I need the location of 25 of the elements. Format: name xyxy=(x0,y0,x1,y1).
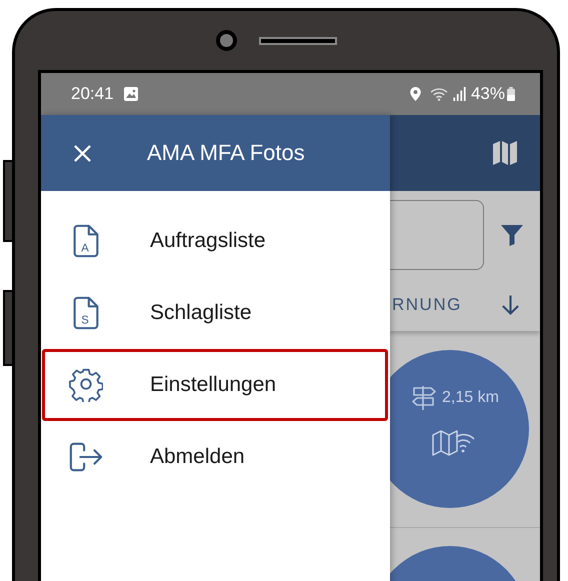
signpost-icon xyxy=(411,385,438,411)
close-icon[interactable] xyxy=(73,144,92,162)
camera-icon xyxy=(216,30,236,51)
speaker-icon xyxy=(258,36,336,44)
drawer-title: AMA MFA Fotos xyxy=(147,140,305,166)
arrow-down-icon[interactable] xyxy=(501,294,520,316)
wifi-icon xyxy=(430,87,448,101)
map-icon[interactable] xyxy=(492,140,518,166)
drawer-item[interactable]: Abmelden xyxy=(42,421,388,493)
sort-label[interactable]: RNUNG xyxy=(392,295,462,315)
drawer-item[interactable]: Einstellungen xyxy=(42,349,388,421)
battery-level: 43% xyxy=(470,84,505,104)
image-icon xyxy=(124,87,138,101)
search-field[interactable] xyxy=(390,200,484,270)
battery-icon xyxy=(507,87,515,101)
filter-icon[interactable] xyxy=(500,223,524,247)
logout-icon xyxy=(69,440,103,474)
drawer-item[interactable]: S Schlagliste xyxy=(42,277,388,349)
signal-icon xyxy=(452,87,466,101)
settings-icon xyxy=(69,368,103,402)
location-icon xyxy=(410,87,421,101)
distance-text: 2,15 km xyxy=(442,389,499,407)
status-time: 20:41 xyxy=(71,84,114,104)
distance-circle[interactable]: 2,15 km xyxy=(390,350,529,508)
drawer-item[interactable]: A Auftragsliste xyxy=(42,205,388,277)
